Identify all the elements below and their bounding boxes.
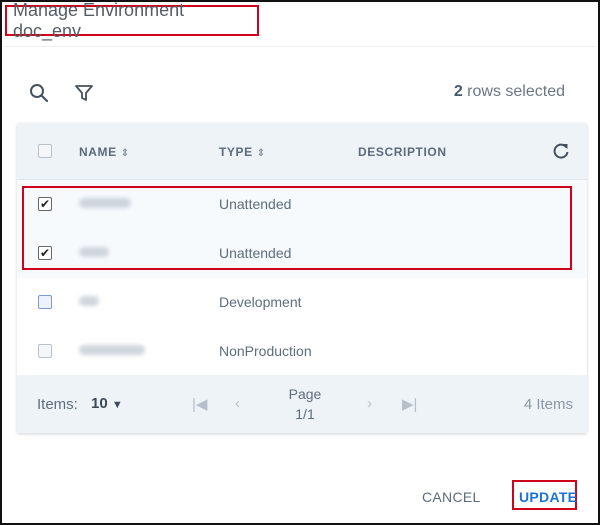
cancel-button[interactable]: CANCEL [422, 489, 481, 505]
dialog: Manage Environment doc_env 2 rows select… [0, 0, 600, 525]
column-type-label: TYPE [219, 145, 253, 159]
column-description-label: DESCRIPTION [358, 145, 447, 159]
table-row[interactable]: ✔ Unattended [17, 180, 587, 230]
column-name-label: NAME [79, 145, 117, 159]
update-button[interactable]: UPDATE [519, 489, 577, 505]
items-per-page-select[interactable]: 10 ▼ [91, 395, 123, 412]
environment-grid: NAME ⇕ TYPE ⇕ DESCRIPTION ✔ Unattended ✔ U… [17, 123, 587, 433]
grid-header: NAME ⇕ TYPE ⇕ DESCRIPTION [17, 123, 587, 180]
row-type: NonProduction [219, 343, 312, 359]
column-header-description: DESCRIPTION [358, 145, 447, 159]
prev-page-icon[interactable]: ‹ [235, 395, 240, 412]
page-label: Page [288, 386, 322, 402]
table-row[interactable]: ✔ Unattended [17, 229, 587, 279]
page-indicator: Page 1/1 [277, 384, 333, 424]
row-name-redacted [79, 198, 131, 208]
row-checkbox[interactable] [38, 344, 52, 358]
row-name-redacted [79, 296, 99, 306]
first-page-icon[interactable]: |◀ [192, 395, 207, 413]
sort-icon: ⇕ [120, 148, 130, 159]
sort-icon: ⇕ [256, 148, 266, 159]
column-header-type[interactable]: TYPE ⇕ [219, 145, 266, 159]
row-type: Development [219, 294, 302, 310]
rows-selected-count: 2 rows selected [454, 83, 565, 101]
dialog-title: Manage Environment doc_env [5, 0, 259, 41]
row-type: Unattended [219, 245, 292, 261]
items-per-page-value: 10 [91, 395, 108, 412]
filter-icon[interactable] [73, 82, 95, 104]
column-header-name[interactable]: NAME ⇕ [79, 145, 130, 159]
select-all-checkbox[interactable] [38, 144, 52, 158]
next-page-icon[interactable]: › [367, 395, 372, 412]
selected-count: 2 [453, 83, 463, 100]
grid-footer: Items: 10 ▼ |◀ ‹ Page 1/1 › ▶| 4 Items [17, 375, 587, 433]
table-row[interactable]: NonProduction [17, 327, 587, 377]
last-page-icon[interactable]: ▶| [402, 395, 417, 413]
title-divider [4, 46, 596, 47]
caret-down-icon: ▼ [111, 399, 123, 411]
row-checkbox[interactable]: ✔ [38, 246, 52, 260]
row-checkbox[interactable]: ✔ [38, 197, 52, 211]
search-icon[interactable] [28, 82, 50, 104]
page-value: 1/1 [295, 406, 315, 422]
row-type: Unattended [219, 196, 292, 212]
selected-count-suffix: rows selected [462, 83, 565, 100]
row-name-redacted [79, 247, 109, 257]
dialog-title-text: Manage Environment doc_env [13, 0, 185, 41]
row-name-redacted [79, 345, 145, 355]
items-per-page-label: Items: [37, 396, 78, 413]
total-items: 4 Items [523, 396, 573, 413]
row-checkbox[interactable] [38, 295, 52, 309]
table-row[interactable]: Development [17, 278, 587, 328]
refresh-icon[interactable] [551, 141, 571, 161]
